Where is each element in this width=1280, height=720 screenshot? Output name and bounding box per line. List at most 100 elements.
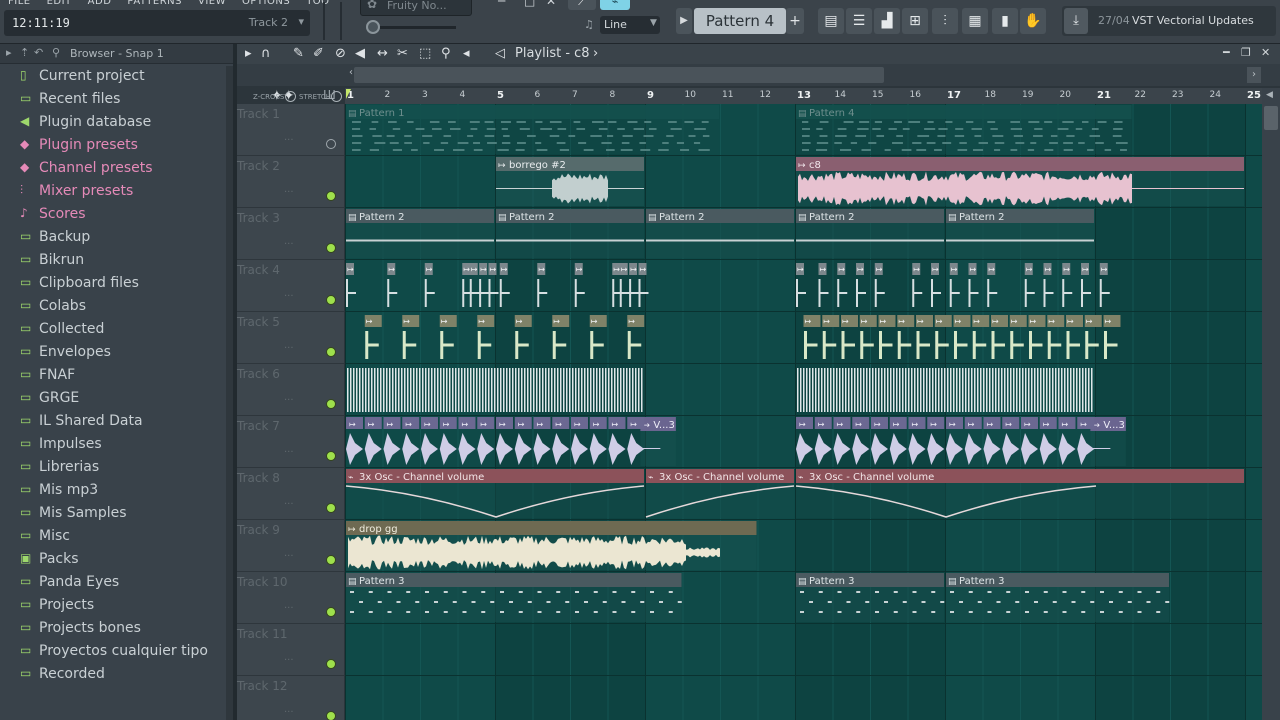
browser-item[interactable]: ▭ Clipboard files <box>0 273 226 296</box>
track-header[interactable]: Track 7... <box>237 416 344 468</box>
menu-item[interactable]: PATTERNS <box>127 0 182 6</box>
pattern-prev-button[interactable]: ▶ <box>676 8 692 34</box>
arrow-right-icon[interactable]: ▸ <box>245 46 252 61</box>
browser-item[interactable]: ⫶ Mixer presets <box>0 181 226 204</box>
track-header[interactable]: Track 3... <box>237 208 344 260</box>
track-header[interactable]: Track 1... <box>237 104 344 156</box>
maximize-icon[interactable]: ❐ <box>1241 46 1251 59</box>
browser-item[interactable]: ▭ Panda Eyes <box>0 572 226 595</box>
clip[interactable]: Pattern 4▤ <box>796 105 1132 154</box>
clip[interactable]: V...3↦ <box>1090 417 1126 466</box>
browser-item[interactable]: ▭ Proyectos cualquier tipo <box>0 641 226 664</box>
stretch-toggle[interactable] <box>331 91 342 102</box>
clip[interactable]: Pattern 2▤ <box>346 209 494 258</box>
scroll-right-icon[interactable]: › <box>1247 67 1261 83</box>
step-sequencer-icon[interactable]: ☰ <box>846 8 872 34</box>
menu-item[interactable]: ADD <box>88 0 112 6</box>
clip[interactable]: borrego #2↦ <box>496 157 644 206</box>
browser-item[interactable]: ▭ Colabs <box>0 296 226 319</box>
browser-item[interactable]: ▭ Collected <box>0 319 226 342</box>
clip[interactable]: V...3↦ <box>640 417 676 466</box>
playlist-canvas[interactable]: Pattern 1▤ Pattern 4▤borrego #2↦ c8↦Patter… <box>345 104 1262 720</box>
clip[interactable]: c8↦ <box>796 157 1244 206</box>
browser-item[interactable]: ◀ Plugin database <box>0 112 226 135</box>
vertical-scrollbar[interactable]: ◀ <box>1262 88 1280 720</box>
news-headline[interactable]: VST Vectorial Updates <box>1132 14 1254 27</box>
track-options-icon[interactable]: ... <box>284 444 294 455</box>
master-volume-slider[interactable] <box>380 26 456 29</box>
zoom-tool-icon[interactable]: ⚲ <box>441 46 451 61</box>
track-mute-toggle[interactable] <box>326 399 336 409</box>
channel-selector[interactable]: ✿ Fruity No... <box>360 0 472 16</box>
zcross-toggle[interactable] <box>285 91 296 102</box>
browser-scrollbar[interactable] <box>226 66 233 720</box>
browser-toggle-icon[interactable]: ▦ <box>962 8 988 34</box>
track-header[interactable]: Track 9... <box>237 520 344 572</box>
track-options-icon[interactable]: ... <box>284 652 294 663</box>
browser-item[interactable]: ▭ Backup <box>0 227 226 250</box>
track-header[interactable]: Track 6... <box>237 364 344 416</box>
clip[interactable]: 3x Osc - Channel volume ⌁ <box>645 469 795 518</box>
browser-item[interactable]: ▭ FNAF <box>0 365 226 388</box>
scroll-left-icon[interactable]: ‹ <box>349 67 353 78</box>
track-mute-toggle[interactable] <box>326 711 336 720</box>
track-mute-toggle[interactable] <box>326 139 336 149</box>
master-pitch-knob[interactable] <box>366 20 380 34</box>
chevron-right-icon[interactable]: › <box>593 46 598 61</box>
recording-icon[interactable]: ✋ <box>1020 8 1046 34</box>
menu-item[interactable]: FILE <box>8 0 31 6</box>
close-icon[interactable]: ✕ <box>546 0 556 8</box>
clip-header[interactable] <box>796 157 1244 171</box>
up-arrow-icon[interactable]: ⇡ <box>20 46 29 59</box>
news-panel[interactable]: ⤓ 27/04 VST Vectorial Updates <box>1062 6 1276 36</box>
clip[interactable]: Pattern 2▤ <box>796 209 944 258</box>
track-header[interactable]: Track 4... <box>237 260 344 312</box>
browser-item[interactable]: ▭ Impulses <box>0 434 226 457</box>
close-icon[interactable]: ✕ <box>1261 46 1270 59</box>
pattern-selector[interactable]: Pattern 4 <box>694 8 786 34</box>
track-mute-toggle[interactable] <box>326 659 336 669</box>
mixer-icon[interactable]: ⫶ <box>932 8 958 34</box>
track-mute-toggle[interactable] <box>326 295 336 305</box>
clip[interactable]: 3x Osc - Channel volume ⌁ <box>345 469 645 518</box>
draw-tool-icon[interactable]: ✎ <box>293 46 304 61</box>
playback-tool-icon[interactable]: ◂ <box>463 46 470 61</box>
browser-item[interactable]: ▭ Projects bones <box>0 618 226 641</box>
menu-item[interactable]: TOOLS <box>306 0 330 6</box>
track-mute-toggle[interactable] <box>326 451 336 461</box>
track-mute-toggle[interactable] <box>326 503 336 513</box>
menu-item[interactable]: OPTIONS <box>242 0 290 6</box>
track-options-icon[interactable]: ... <box>284 548 294 559</box>
track-options-icon[interactable]: ... <box>284 288 294 299</box>
clip-header[interactable] <box>346 521 757 535</box>
track-mute-toggle[interactable] <box>326 243 336 253</box>
slip-tool-icon[interactable]: ↔ <box>377 46 388 61</box>
back-icon[interactable]: ↶ <box>34 46 43 59</box>
clip[interactable]: Pattern 3▤ <box>346 573 682 622</box>
track-header[interactable]: Track 5... <box>237 312 344 364</box>
browser-item[interactable]: ▭ Mis mp3 <box>0 480 226 503</box>
maximize-icon[interactable]: □ <box>524 0 535 8</box>
playlist-grid[interactable]: Pattern 1 ▤ Pattern 4 ▤ borrego #2 ↦ c8 ↦ Patter… <box>345 104 1262 720</box>
clip[interactable]: Pattern 1▤ <box>346 105 719 154</box>
paint-tool-icon[interactable]: ✐ <box>313 46 324 61</box>
chevron-down-icon[interactable]: ▾ <box>298 15 304 28</box>
timeline-ruler[interactable]: 1 2 3 4 5 6 7 8 9 10 11 12 13 14 15 16 17 18 19 20 21 22 23 24 2… <box>345 88 1262 104</box>
pin-icon[interactable]: ▸ <box>6 46 12 59</box>
browser-item[interactable]: ◆ Plugin presets <box>0 135 226 158</box>
minimize-icon[interactable]: ━ <box>1223 46 1230 59</box>
track-options-icon[interactable]: ... <box>284 704 294 715</box>
track-options-icon[interactable]: ... <box>284 340 294 351</box>
search-icon[interactable]: ⚲ <box>52 46 60 59</box>
clip[interactable]: Pattern 2▤ <box>496 209 644 258</box>
track-options-icon[interactable]: ... <box>284 600 294 611</box>
track-header[interactable]: Track 8... <box>237 468 344 520</box>
track-mute-toggle[interactable] <box>326 607 336 617</box>
clip[interactable]: Pattern 3▤ <box>946 573 1170 622</box>
link-button[interactable]: ⌁ <box>600 0 630 10</box>
track-mute-toggle[interactable] <box>326 191 336 201</box>
download-icon[interactable]: ⤓ <box>1064 8 1088 34</box>
scroll-up-icon[interactable]: ◀ <box>1266 90 1273 100</box>
magnet-icon[interactable]: ∩ <box>261 46 271 61</box>
track-options-icon[interactable]: ... <box>284 184 294 195</box>
